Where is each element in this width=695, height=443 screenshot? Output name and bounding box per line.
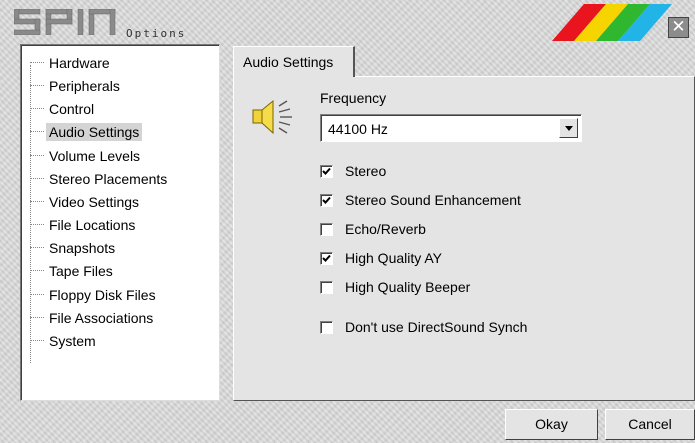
frequency-value: 44100 Hz [328, 121, 388, 137]
checkbox-box[interactable] [320, 280, 333, 294]
tree-item-label: File Associations [49, 309, 154, 326]
checkbox-box[interactable] [320, 251, 333, 265]
checkbox-label: Don't use DirectSound Synch [345, 319, 528, 335]
tree-item-label: Control [49, 100, 95, 117]
tree-item-peripherals[interactable]: Peripherals [30, 75, 123, 96]
tree-item-label: Volume Levels [49, 147, 141, 164]
okay-button[interactable]: Okay [505, 409, 598, 440]
close-icon: ✕ [671, 17, 686, 37]
checkbox-box[interactable] [320, 193, 333, 207]
speaker-icon [252, 99, 292, 135]
tree-item-hardware[interactable]: Hardware [30, 52, 113, 73]
tree-item-control[interactable]: Control [30, 98, 97, 119]
tree-item-system[interactable]: System [30, 330, 99, 351]
checkbox-box[interactable] [320, 320, 333, 334]
stereo-sound-enhancement-checkbox[interactable]: Stereo Sound Enhancement [320, 191, 521, 209]
tree-item-label: Stereo Placements [49, 170, 168, 187]
frequency-select[interactable]: 44100 Hz [320, 114, 582, 142]
tree-item-label: Floppy Disk Files [49, 286, 156, 303]
tab-audio-settings[interactable]: Audio Settings [233, 46, 355, 77]
tree-item-label: System [49, 332, 96, 349]
checkbox-label: High Quality Beeper [345, 279, 471, 295]
check-icon [322, 254, 331, 262]
tree-item-label: Video Settings [49, 193, 140, 210]
tree-item-label: File Locations [49, 216, 136, 233]
echo-reverb-checkbox[interactable]: Echo/Reverb [320, 220, 426, 238]
dropdown-button[interactable] [559, 118, 578, 138]
rainbow-stripes-icon [552, 4, 672, 41]
tree-item-tape-files[interactable]: Tape Files [30, 260, 116, 281]
options-tree: Hardware Peripherals Control Audio Setti… [20, 44, 220, 401]
cancel-button[interactable]: Cancel [605, 409, 695, 440]
frequency-label: Frequency [320, 90, 387, 106]
tree-item-stereo-placements[interactable]: Stereo Placements [30, 168, 170, 189]
high-quality-beeper-checkbox[interactable]: High Quality Beeper [320, 278, 470, 296]
tree-item-label: Hardware [49, 54, 110, 71]
cancel-button-label: Cancel [628, 416, 672, 432]
directsound-synch-checkbox[interactable]: Don't use DirectSound Synch [320, 318, 527, 336]
checkbox-box[interactable] [320, 164, 333, 178]
checkbox-label: Stereo Sound Enhancement [345, 192, 521, 208]
stereo-checkbox[interactable]: Stereo [320, 162, 386, 180]
tree-item-label: Snapshots [49, 239, 116, 256]
okay-button-label: Okay [535, 416, 568, 432]
tree-item-label: Peripherals [49, 77, 120, 94]
chevron-down-icon [565, 126, 573, 131]
tree-item-floppy-disk-files[interactable]: Floppy Disk Files [30, 284, 159, 305]
tree-item-video-settings[interactable]: Video Settings [30, 191, 142, 212]
tree-item-audio-settings[interactable]: Audio Settings [30, 121, 143, 142]
tree-item-label: Tape Files [49, 262, 113, 279]
check-icon [322, 196, 331, 204]
high-quality-ay-checkbox[interactable]: High Quality AY [320, 249, 442, 267]
tree-item-file-locations[interactable]: File Locations [30, 214, 138, 235]
tab-label: Audio Settings [243, 54, 334, 70]
title-bar: Options ✕ [0, 0, 695, 43]
tree-item-label: Audio Settings [46, 122, 143, 141]
spin-logo [14, 9, 116, 35]
window-title: Options [126, 27, 187, 40]
checkbox-label: Echo/Reverb [345, 221, 426, 237]
tree-item-snapshots[interactable]: Snapshots [30, 237, 118, 258]
close-button[interactable]: ✕ [668, 17, 689, 38]
checkbox-box[interactable] [320, 222, 333, 236]
check-icon [322, 167, 331, 175]
tree-item-volume-levels[interactable]: Volume Levels [30, 145, 143, 166]
checkbox-label: High Quality AY [345, 250, 443, 266]
checkbox-label: Stereo [345, 163, 387, 179]
tree-item-file-associations[interactable]: File Associations [30, 307, 156, 328]
